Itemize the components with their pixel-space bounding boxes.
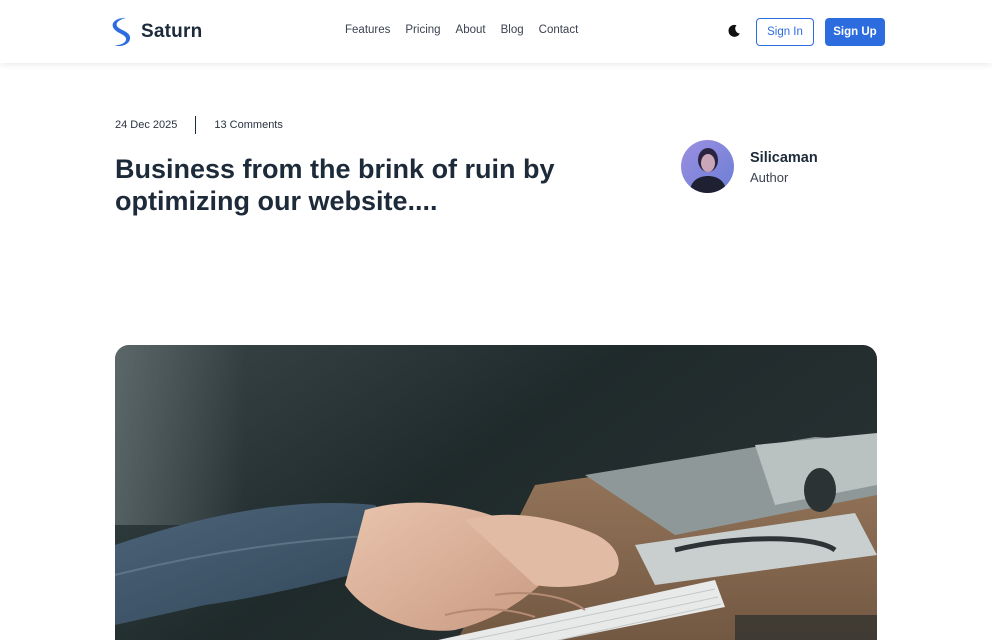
post-meta: 24 Dec 2025 13 Comments [115, 116, 283, 134]
nav-link-blog[interactable]: Blog [501, 24, 524, 36]
author-role: Author [750, 169, 789, 185]
post-hero-image [115, 345, 877, 640]
brand-name: Saturn [141, 21, 203, 42]
author-name[interactable]: Silicaman [750, 149, 818, 167]
author-avatar[interactable] [681, 140, 734, 193]
moon-icon[interactable] [726, 23, 742, 39]
main-nav: Features Pricing About Blog Contact [345, 24, 593, 36]
meta-divider [195, 116, 197, 134]
sign-up-button[interactable]: Sign Up [825, 18, 885, 46]
saturn-s-logo-icon [112, 17, 131, 47]
sign-in-button[interactable]: Sign In [756, 18, 814, 46]
post-comments-count[interactable]: 13 Comments [214, 119, 282, 131]
nav-link-features[interactable]: Features [345, 24, 390, 36]
author-info: Silicaman Author [750, 149, 818, 185]
post-title: Business from the brink of ruin by optim… [115, 154, 555, 216]
brand-logo-link[interactable]: Saturn [107, 16, 202, 48]
nav-link-contact[interactable]: Contact [539, 24, 579, 36]
site-header: Saturn Features Pricing About Blog Conta… [0, 0, 992, 63]
author-card: Silicaman Author [681, 140, 818, 193]
nav-link-about[interactable]: About [456, 24, 486, 36]
nav-link-pricing[interactable]: Pricing [405, 24, 440, 36]
post-date: 24 Dec 2025 [115, 119, 178, 131]
